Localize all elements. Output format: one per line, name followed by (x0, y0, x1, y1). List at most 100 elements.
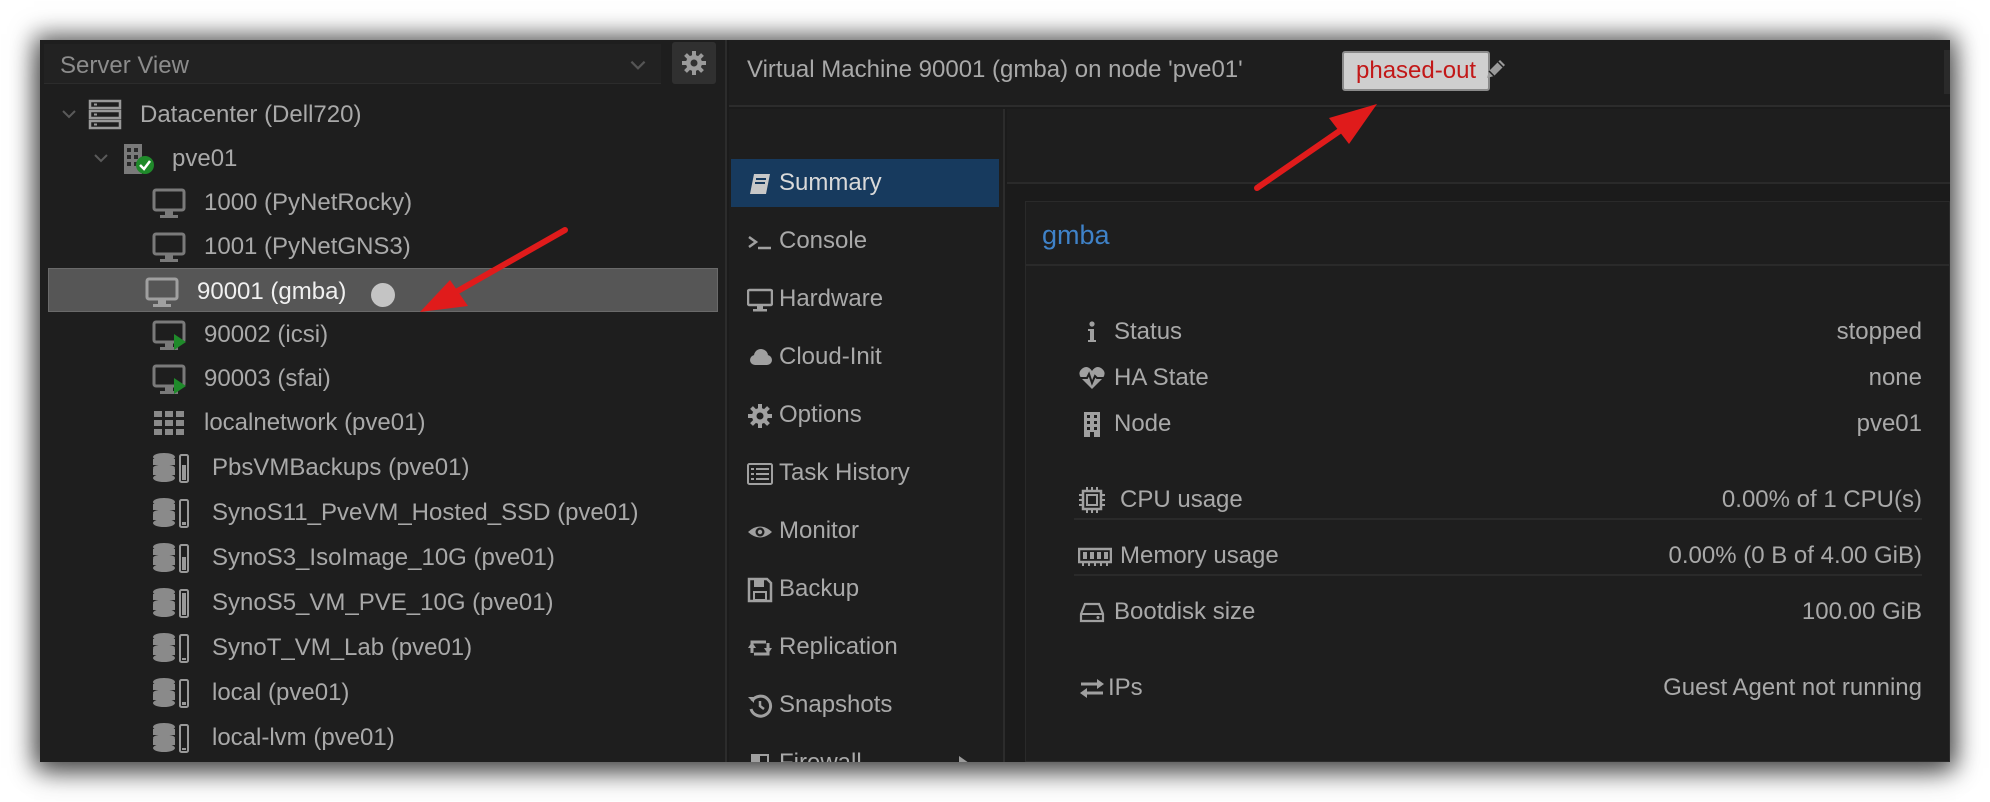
storage-icon (153, 498, 189, 528)
vm-running-icon (152, 320, 186, 350)
node-label: Node (1114, 410, 1172, 437)
tree-item-vm[interactable]: 1001 (PyNetGNS3) (48, 224, 718, 268)
status-value: stopped (1836, 318, 1922, 345)
vm-stopped-icon (145, 277, 179, 307)
retweet-icon (748, 640, 772, 656)
nav-label: Backup (779, 575, 860, 602)
memory-icon (1078, 547, 1112, 566)
status-label: Status (1114, 318, 1183, 345)
tree-item-storage[interactable]: SynoS5_VM_PVE_10G (pve01) (48, 580, 718, 624)
nav-label: Console (779, 227, 868, 254)
storage-icon (153, 678, 189, 708)
caret-right-icon[interactable] (957, 754, 971, 762)
server-view-label: Server View (60, 52, 189, 79)
summary-content: gmba Status stopped HA State none Node p… (1007, 109, 1950, 762)
tree-settings-button[interactable] (672, 42, 716, 84)
nav-label: Replication (779, 633, 898, 660)
list-icon (747, 463, 773, 485)
bootdisk-size-value: 100.00 GiB (1801, 598, 1922, 625)
shield-icon (751, 754, 769, 762)
tree-item-storage[interactable]: local-lvm (pve01) (48, 715, 718, 759)
tree-item-vm[interactable]: 90002 (icsi) (48, 312, 718, 356)
tree-item-datacenter[interactable]: Datacenter (Dell720) (48, 92, 718, 136)
tree-item-storage[interactable]: SynoT_VM_Lab (pve01) (48, 625, 718, 669)
storage-icon (153, 633, 189, 663)
vm-nav-menu: Summary Console Hardware Cloud-Init Opti… (729, 109, 1005, 762)
header-toolbar-edge (1944, 50, 1950, 94)
monitor-icon (747, 288, 773, 312)
vm-stopped-icon (152, 232, 186, 262)
tree-item-storage[interactable]: SynoS3_IsoImage_10G (pve01) (48, 535, 718, 579)
nav-label: Cloud-Init (779, 343, 882, 370)
annotation-arrow-tag (1254, 104, 1377, 191)
storage-icon (153, 723, 189, 753)
vm-running-icon (152, 364, 186, 394)
exchange-icon (1080, 679, 1104, 698)
tree-item-label: 90001 (gmba) (197, 278, 347, 305)
vm-stopped-icon (152, 188, 186, 218)
nav-label: Task History (779, 459, 910, 486)
cpu-usage-row: CPU usage 0.00% of 1 CPU(s) (1074, 480, 1922, 520)
memory-usage-label: Memory usage (1120, 542, 1279, 569)
tree-item-label: 90003 (sfai) (204, 365, 331, 392)
nav-item-hardware[interactable]: Hardware (731, 275, 999, 323)
gear-icon (682, 51, 706, 75)
ha-state-label: HA State (1114, 364, 1209, 391)
storage-icon (153, 588, 189, 618)
tree-item-vm[interactable]: 90003 (sfai) (48, 356, 718, 400)
pencil-icon[interactable] (1483, 56, 1509, 82)
nav-item-summary[interactable]: Summary (731, 159, 999, 207)
tree-item-storage[interactable]: local (pve01) (48, 670, 718, 714)
gear-icon (748, 404, 772, 428)
server-view-select[interactable]: Server View (44, 44, 661, 84)
cpu-usage-label: CPU usage (1120, 486, 1243, 513)
tree-item-storage[interactable]: PbsVMBackups (pve01) (48, 445, 718, 489)
heartbeat-icon (1079, 367, 1105, 389)
tree-item-label: local-lvm (pve01) (212, 724, 395, 751)
nav-label: Firewall (779, 749, 862, 762)
tree-item-storage[interactable]: SynoS11_PveVM_Hosted_SSD (pve01) (48, 490, 718, 534)
tree-item-label: SynoS11_PveVM_Hosted_SSD (pve01) (212, 499, 639, 526)
cloud-icon (750, 349, 772, 365)
tree-item-sdn[interactable]: localnetwork (pve01) (48, 400, 718, 444)
nav-item-firewall[interactable]: Firewall (731, 739, 999, 762)
tree-item-label: 1000 (PyNetRocky) (204, 189, 413, 216)
tree-item-label: 90002 (icsi) (204, 321, 329, 348)
node-value: pve01 (1856, 410, 1922, 437)
datacenter-icon (88, 99, 122, 130)
floppy-icon (747, 577, 773, 603)
tree-item-label: local (pve01) (212, 679, 350, 706)
info-icon (1088, 321, 1096, 342)
chevron-down-icon[interactable] (92, 149, 110, 167)
tag-indicator-dot (371, 283, 395, 307)
tree-item-label: Datacenter (Dell720) (140, 101, 362, 128)
nav-item-snapshots[interactable]: Snapshots (731, 681, 999, 729)
nav-item-backup[interactable]: Backup (731, 565, 999, 613)
nav-item-options[interactable]: Options (731, 391, 999, 439)
node-row: Node pve01 (1074, 404, 1922, 444)
nav-item-console[interactable]: Console (731, 217, 999, 265)
status-row: Status stopped (1074, 312, 1922, 352)
ha-state-value: none (1868, 364, 1922, 391)
cpu-icon (1079, 487, 1105, 513)
nav-item-monitor[interactable]: Monitor (731, 507, 999, 555)
annotation-arrow-tree (420, 227, 568, 312)
chevron-down-icon[interactable] (60, 105, 78, 123)
resource-tree-panel: Server View Datacenter (Dell720) pve01 1… (40, 40, 727, 762)
nav-label: Monitor (779, 517, 860, 544)
tree-item-vm[interactable]: 1000 (PyNetRocky) (48, 180, 718, 224)
nav-item-replication[interactable]: Replication (731, 623, 999, 671)
tree-item-label: SynoS5_VM_PVE_10G (pve01) (212, 589, 554, 616)
nav-label: Summary (779, 169, 882, 196)
bootdisk-size-row: Bootdisk size 100.00 GiB (1074, 592, 1922, 632)
nav-label: Snapshots (779, 691, 893, 718)
bootdisk-size-label: Bootdisk size (1114, 598, 1256, 625)
nav-item-cloud-init[interactable]: Cloud-Init (731, 333, 999, 381)
storage-icon (153, 543, 189, 573)
nav-item-task-history[interactable]: Task History (731, 449, 999, 497)
storage-icon (153, 453, 189, 483)
tree-item-node[interactable]: pve01 (48, 136, 718, 180)
status-panel-header: gmba (1026, 202, 1950, 266)
tree-item-vm-selected[interactable]: 90001 (gmba) (48, 268, 718, 312)
ips-label: IPs (1108, 674, 1143, 701)
